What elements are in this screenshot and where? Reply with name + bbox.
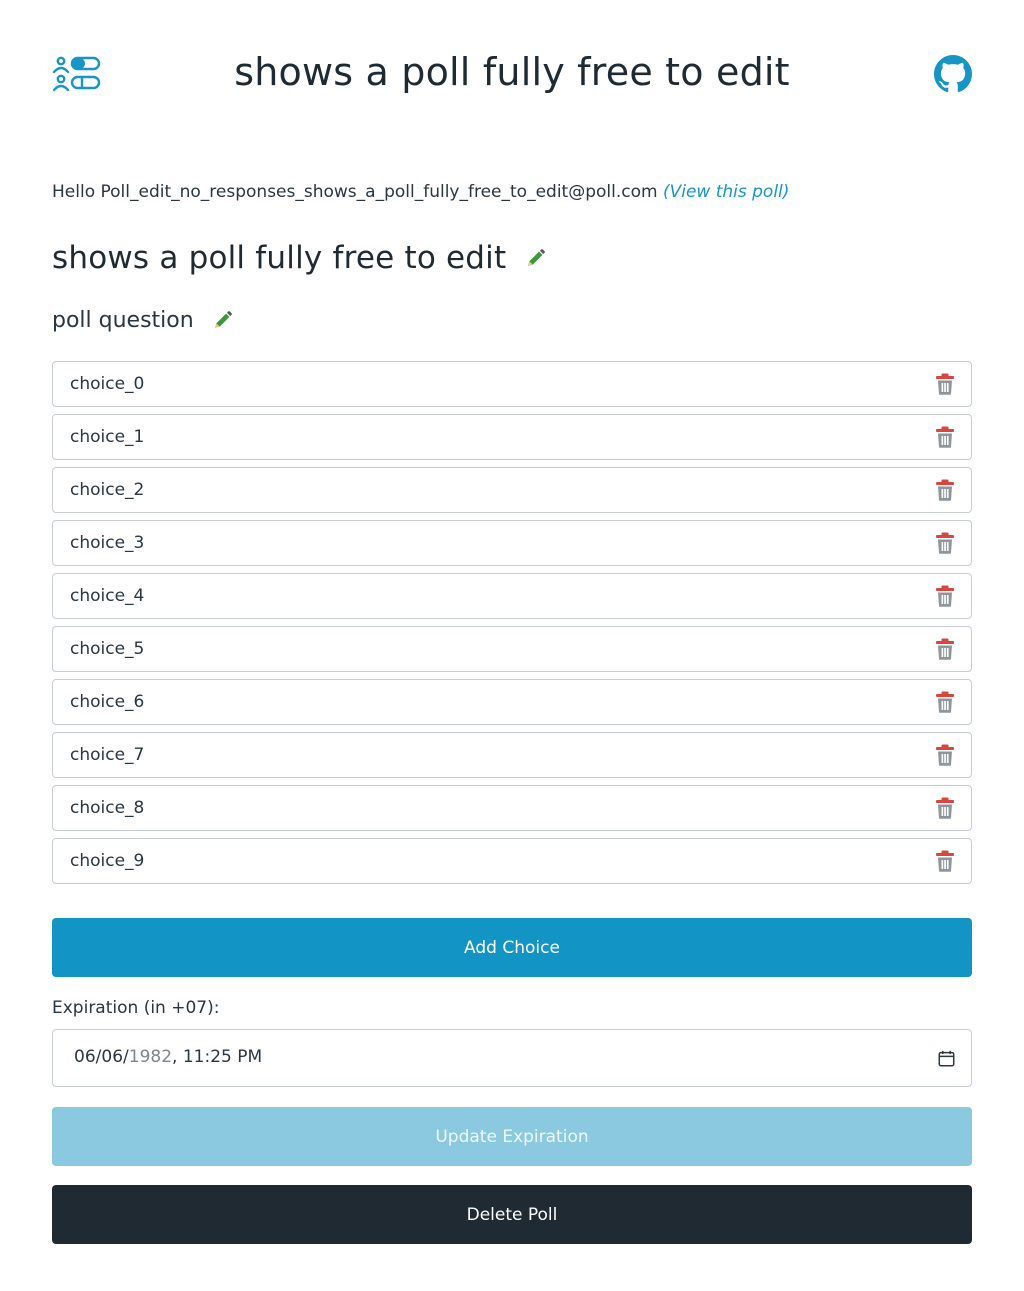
choice-row	[52, 732, 972, 778]
add-choice-button[interactable]: Add Choice	[52, 918, 972, 977]
choice-row	[52, 838, 972, 884]
page-title: shows a poll fully free to edit	[234, 50, 790, 94]
choice-row	[52, 361, 972, 407]
expiration-value[interactable]: 06/06/1982, 11:25 PM	[74, 1047, 262, 1067]
choice-list	[52, 361, 972, 891]
choice-row	[52, 679, 972, 725]
view-poll-link[interactable]: (View this poll)	[663, 182, 789, 202]
choice-row	[52, 573, 972, 619]
choice-input[interactable]	[53, 415, 971, 459]
greeting: Hello Poll_edit_no_responses_shows_a_pol…	[52, 182, 789, 202]
expiration-month[interactable]: 06	[74, 1047, 96, 1067]
choice-row	[52, 414, 972, 460]
choice-input[interactable]	[53, 627, 971, 671]
app-header: shows a poll fully free to edit	[0, 0, 1024, 150]
poll-question: poll question	[52, 308, 194, 333]
choice-input[interactable]	[53, 733, 971, 777]
poll-title: shows a poll fully free to edit	[52, 240, 507, 276]
choice-row	[52, 520, 972, 566]
choice-row	[52, 785, 972, 831]
trash-icon[interactable]	[935, 691, 955, 713]
choice-row	[52, 626, 972, 672]
trash-icon[interactable]	[935, 532, 955, 554]
trash-icon[interactable]	[935, 744, 955, 766]
edit-title-pencil-icon[interactable]	[524, 247, 546, 269]
calendar-icon[interactable]	[938, 1050, 955, 1067]
trash-icon[interactable]	[935, 850, 955, 872]
choice-input[interactable]	[53, 574, 971, 618]
choice-input[interactable]	[53, 521, 971, 565]
poll-question-row: poll question	[52, 308, 234, 333]
expiration-ampm[interactable]: PM	[237, 1047, 262, 1067]
choice-input[interactable]	[53, 786, 971, 830]
trash-icon[interactable]	[935, 479, 955, 501]
trash-icon[interactable]	[935, 426, 955, 448]
trash-icon[interactable]	[935, 638, 955, 660]
expiration-label: Expiration (in +07):	[52, 998, 220, 1018]
trash-icon[interactable]	[935, 585, 955, 607]
choice-input[interactable]	[53, 680, 971, 724]
choice-input[interactable]	[53, 468, 971, 512]
choice-input[interactable]	[53, 362, 971, 406]
trash-icon[interactable]	[935, 373, 955, 395]
expiration-day[interactable]: 06	[101, 1047, 123, 1067]
poll-title-row: shows a poll fully free to edit	[52, 240, 546, 276]
choice-input[interactable]	[53, 839, 971, 883]
update-expiration-button[interactable]: Update Expiration	[52, 1107, 972, 1166]
edit-question-pencil-icon[interactable]	[212, 310, 234, 332]
expiration-datetime-input[interactable]: 06/06/1982, 11:25 PM	[52, 1029, 972, 1087]
greeting-text: Hello Poll_edit_no_responses_shows_a_pol…	[52, 182, 658, 202]
expiration-year[interactable]: 1982	[129, 1047, 172, 1067]
github-icon[interactable]	[934, 55, 972, 93]
delete-poll-button[interactable]: Delete Poll	[52, 1185, 972, 1244]
choice-row	[52, 467, 972, 513]
expiration-time[interactable]: 11:25	[183, 1047, 232, 1067]
trash-icon[interactable]	[935, 797, 955, 819]
